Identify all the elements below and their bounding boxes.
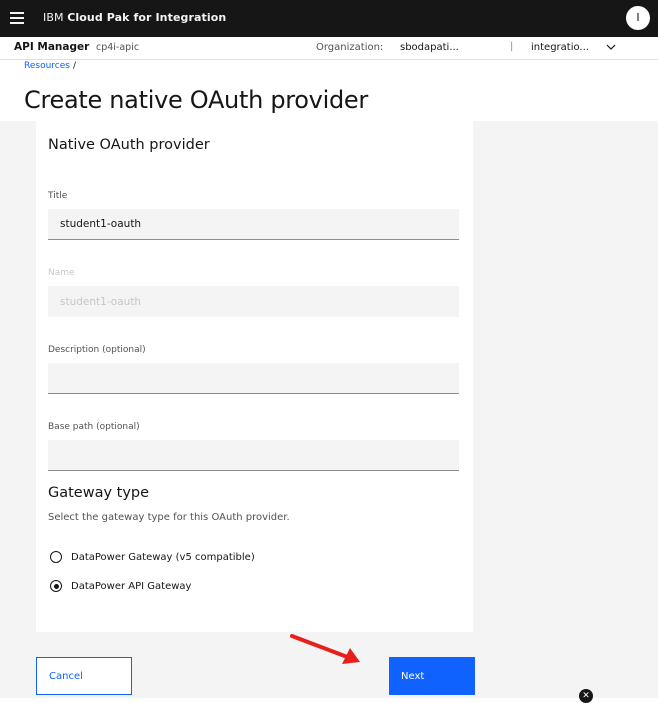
radio-label: DataPower API Gateway (71, 580, 192, 592)
next-button[interactable]: Next (389, 657, 475, 695)
hamburger-menu-icon[interactable] (10, 12, 24, 24)
title-label: Title (48, 191, 68, 201)
catalog-selector[interactable]: integratio... (531, 42, 589, 53)
user-avatar[interactable]: I (626, 6, 650, 30)
gateway-helper-text: Select the gateway type for this OAuth p… (48, 512, 290, 523)
title-input[interactable] (48, 209, 459, 240)
page-title: Create native OAuth provider (24, 86, 368, 114)
base-path-input[interactable] (48, 440, 459, 471)
product-title: Cloud Pak for Integration (67, 11, 227, 24)
gateway-option-v5-compatible[interactable]: DataPower Gateway (v5 compatible) (50, 549, 255, 565)
radio-label: DataPower Gateway (v5 compatible) (71, 551, 255, 563)
divider: | (510, 41, 514, 52)
app-name[interactable]: API Manager (14, 41, 89, 53)
radio-button-selected[interactable] (50, 580, 62, 592)
gateway-type-section-title: Gateway type (48, 485, 150, 501)
native-oauth-section-title: Native OAuth provider (48, 137, 210, 153)
background-panel (473, 121, 658, 698)
cluster-name: cp4i-apic (96, 42, 140, 53)
red-arrow-annotation-icon (290, 634, 360, 664)
breadcrumb-separator: / (72, 61, 77, 71)
description-input[interactable] (48, 363, 459, 394)
close-icon[interactable]: ✕ (579, 689, 593, 703)
background-panel (0, 121, 36, 698)
product-name[interactable]: IBM Cloud Pak for Integration (43, 11, 226, 24)
brand-name: IBM (43, 11, 64, 24)
description-label: Description (optional) (48, 345, 146, 355)
gateway-option-api-gateway[interactable]: DataPower API Gateway (50, 578, 191, 594)
name-input (48, 286, 459, 317)
form-card: Native OAuth provider Title Name Descrip… (36, 121, 473, 632)
breadcrumb-resources-link[interactable]: Resources (24, 61, 70, 71)
breadcrumb: Resources / (24, 61, 76, 71)
name-label: Name (48, 268, 75, 278)
organization-label: Organization: (316, 42, 384, 53)
top-header: IBM Cloud Pak for Integration I (0, 0, 658, 37)
radio-button[interactable] (50, 551, 62, 563)
sub-header: API Manager cp4i-apic Organization: sbod… (0, 37, 658, 60)
organization-selector[interactable]: sbodapati... (400, 42, 459, 53)
base-path-label: Base path (optional) (48, 422, 140, 432)
chevron-down-icon[interactable] (606, 39, 616, 58)
cancel-button[interactable]: Cancel (36, 657, 132, 695)
